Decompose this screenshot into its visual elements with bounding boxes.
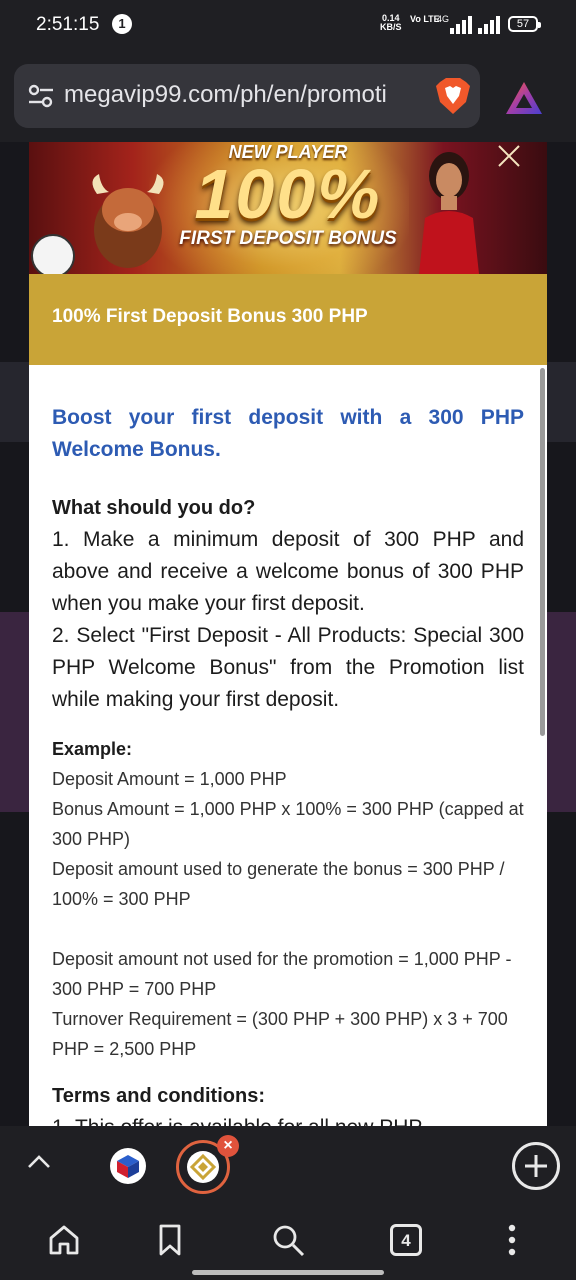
address-bar[interactable]: megavip99.com/ph/en/promoti <box>14 64 480 128</box>
site-settings-icon[interactable] <box>28 84 54 108</box>
status-bar: 2:51:15 1 0.14 KB/S Vo LTE 4G 57 <box>0 0 576 52</box>
example-heading: Example: <box>52 739 133 759</box>
example-line: Turnover Requirement = (300 PHP + 300 PH… <box>52 1009 508 1059</box>
step-2: 2. Select "First Deposit - All Products:… <box>52 624 524 711</box>
brave-rewards-icon[interactable] <box>504 80 544 116</box>
promo-lead: Boost your first deposit with a 300 PHP … <box>52 406 524 461</box>
network-speed-unit: KB/S <box>380 22 402 32</box>
tab-thumbnail-1[interactable] <box>110 1148 146 1184</box>
signal-icon-2 <box>478 16 500 34</box>
site-logo-icon <box>187 1151 219 1183</box>
promo-title: 100% First Deposit Bonus 300 PHP <box>52 306 368 327</box>
tab-thumbnail-active[interactable]: × <box>176 1135 239 1194</box>
notification-badge: 1 <box>112 14 132 34</box>
promotion-modal: NEW PLAYER 100% FIRST DEPOSIT BONUS 100%… <box>29 142 547 1126</box>
network-speed: 0.14 KB/S <box>380 14 402 32</box>
gesture-handle[interactable] <box>192 1270 384 1275</box>
promo-body: Boost your first deposit with a 300 PHP … <box>52 402 524 1126</box>
close-icon[interactable] <box>495 144 523 168</box>
modal-scrollbar[interactable] <box>540 368 545 736</box>
model-image <box>419 152 479 274</box>
new-tab-button[interactable] <box>512 1142 560 1190</box>
volte-indicator: Vo LTE <box>410 14 440 24</box>
step-1: 1. Make a minimum deposit of 300 PHP and… <box>52 528 524 615</box>
promo-banner: NEW PLAYER 100% FIRST DEPOSIT BONUS <box>29 142 547 274</box>
example-line: Bonus Amount = 1,000 PHP x 100% = 300 PH… <box>52 799 524 849</box>
example-line: Deposit Amount = 1,000 PHP <box>52 769 287 789</box>
terms-line-1: 1. This offer is available for all new P… <box>52 1112 524 1126</box>
terms-heading: Terms and conditions: <box>52 1085 265 1107</box>
tab-switcher-button[interactable]: 4 <box>390 1224 422 1256</box>
url-text[interactable]: megavip99.com/ph/en/promoti <box>64 81 420 109</box>
battery-icon: 57 <box>508 16 541 32</box>
bookmark-icon[interactable] <box>152 1222 188 1258</box>
site-favicon-icon <box>117 1155 139 1178</box>
browser-toolbar: megavip99.com/ph/en/promoti <box>0 52 576 142</box>
search-icon[interactable] <box>270 1222 306 1258</box>
more-menu-icon[interactable] <box>494 1222 530 1258</box>
what-heading: What should you do? <box>52 497 256 519</box>
example-line: Deposit amount not used for the promotio… <box>52 949 512 999</box>
close-tab-button[interactable]: × <box>217 1135 239 1157</box>
example-line: Deposit amount used to generate the bonu… <box>52 859 505 909</box>
browser-bottom-bar: × 4 <box>0 1126 576 1280</box>
chevron-up-icon[interactable] <box>24 1146 54 1176</box>
brave-shields-icon[interactable] <box>434 76 472 116</box>
promo-title-bar: 100% First Deposit Bonus 300 PHP <box>29 274 547 365</box>
home-icon[interactable] <box>46 1222 82 1258</box>
signal-icon <box>450 16 472 34</box>
status-time: 2:51:15 <box>36 14 100 35</box>
plus-icon <box>525 1155 547 1177</box>
network-type: 4G <box>437 14 450 24</box>
